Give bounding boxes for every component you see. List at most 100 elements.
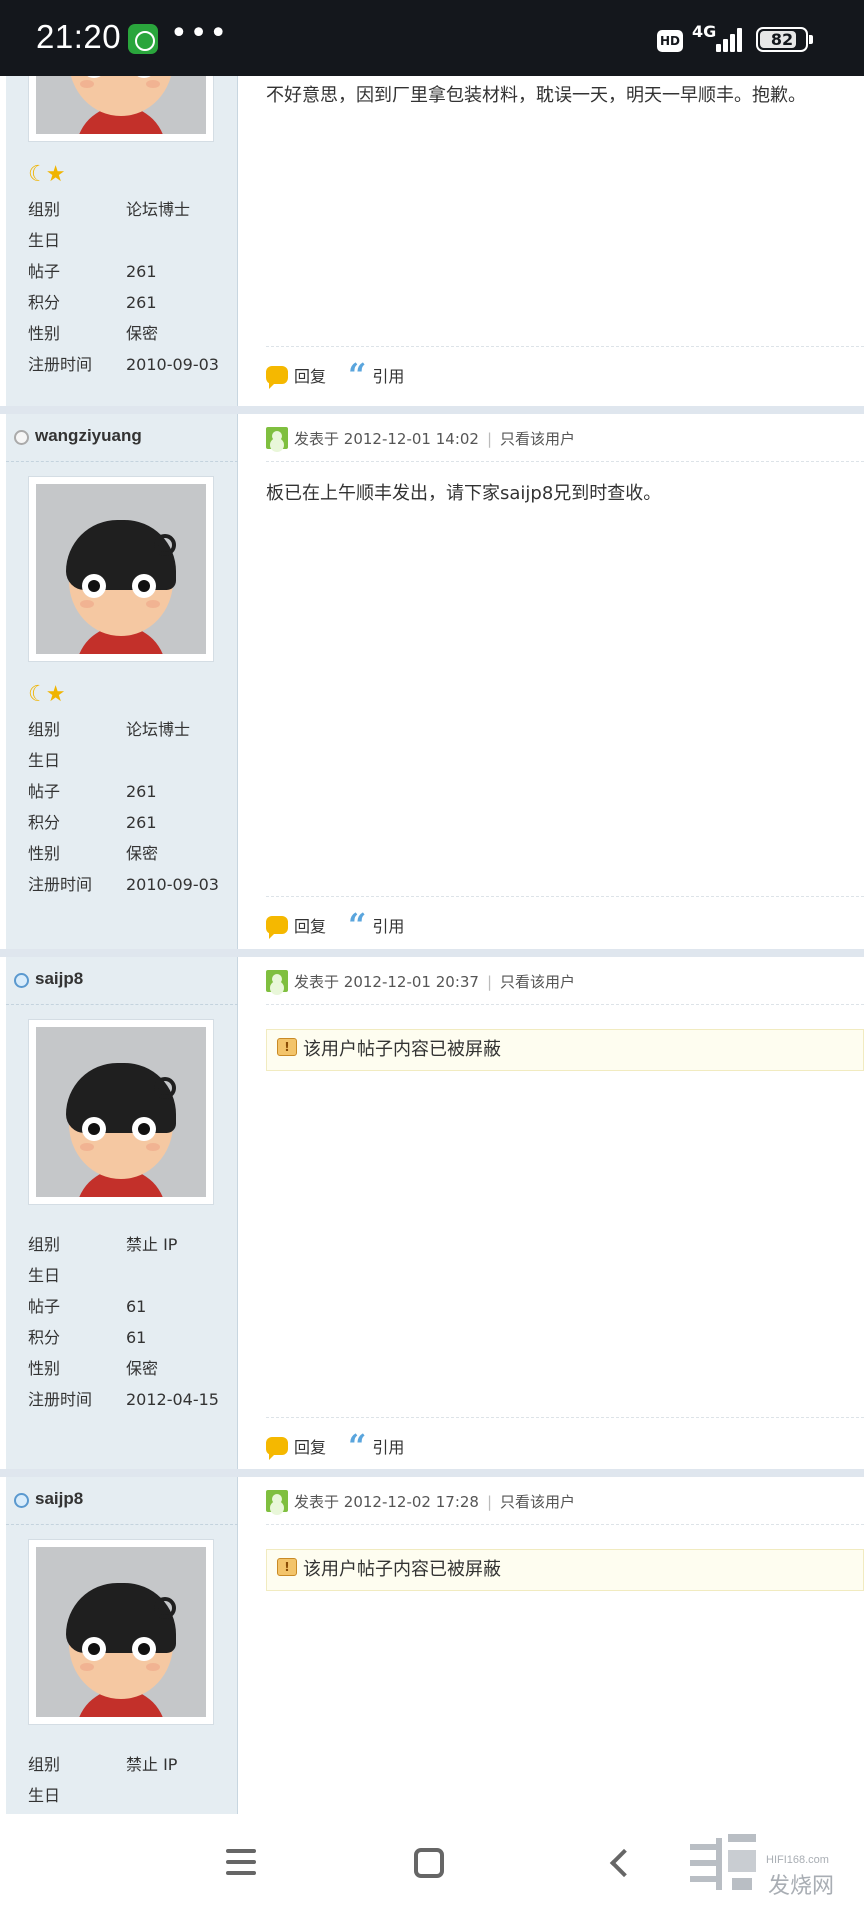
watermark-name: 发烧网 (768, 1874, 835, 1899)
user-gender: 保密 (126, 1359, 159, 1378)
warning-icon: ! (277, 1038, 297, 1056)
post-author-panel: ☾★ 组别 论坛博士 生日 帖子 261 积分 261 性别 保密 注册时间 2010-0… (6, 76, 238, 406)
reply-icon (266, 916, 288, 939)
user-birthday (126, 225, 228, 256)
user-points: 61 (126, 1328, 147, 1347)
avatar[interactable] (28, 76, 214, 142)
user-gender: 保密 (126, 844, 159, 863)
watermark-logo-icon (690, 1834, 760, 1894)
avatar[interactable] (28, 1019, 214, 1205)
posted-label: 发表于 (294, 973, 340, 991)
post: saijp8 组别 禁止 IP 生日 帖子 61 积分 61 性别 保密 注册时间 201… (0, 957, 864, 1469)
post-actions: 回复 “引用 (266, 896, 864, 948)
label-group: 组别 (28, 200, 61, 219)
label-birthday: 生日 (28, 1786, 61, 1805)
post-date: 2012-12-01 14:02 (343, 430, 479, 448)
home-button[interactable] (414, 1848, 444, 1878)
app-notification-icon (128, 24, 158, 54)
username-link[interactable]: saijp8 (35, 1489, 83, 1509)
user-group: 禁止 IP (126, 1755, 178, 1774)
only-this-user-link[interactable]: 只看该用户 (500, 1493, 575, 1511)
quote-icon: “ (348, 1427, 367, 1465)
thread-viewport[interactable]: ☾★ 组别 论坛博士 生日 帖子 261 积分 261 性别 保密 注册时间 2010-0… (0, 76, 864, 1814)
label-points: 积分 (28, 293, 61, 312)
watermark-site: HIFI168.com (766, 1854, 829, 1866)
post-date: 2012-12-01 20:37 (343, 973, 479, 991)
user-points: 261 (126, 293, 157, 312)
user-info: 组别 禁止 IP 生日 帖子 61 积分 61 性别 保密 注册时间 2012-04-15 (28, 1229, 228, 1415)
rank-icon: ☾★ (28, 162, 65, 187)
avatar[interactable] (28, 476, 214, 662)
signal-icon (716, 26, 746, 52)
user-posts: 261 (126, 782, 157, 801)
user-icon (266, 427, 288, 449)
post-main: 发表于 2012-12-01 14:02 | 只看该用户 板已在上午顺丰发出，请下家… (266, 414, 864, 949)
rank-icon: ☾★ (28, 682, 65, 707)
label-posts: 帖子 (28, 1297, 61, 1316)
label-posts: 帖子 (28, 782, 61, 801)
reply-button[interactable]: 回复 (266, 363, 326, 389)
post-main: 发表于 2012-12-01 20:37 | 只看该用户 ! 该用户帖子内容已被屏蔽… (266, 957, 864, 1469)
user-registered: 2010-09-03 (126, 355, 219, 374)
user-points: 261 (126, 813, 157, 832)
user-birthday (126, 1780, 228, 1811)
more-notifications-icon: ••• (170, 16, 230, 51)
post-divider (0, 949, 864, 957)
posted-label: 发表于 (294, 1493, 340, 1511)
battery-level: 82 (770, 30, 794, 49)
quote-button[interactable]: “引用 (348, 1427, 404, 1465)
recent-apps-button[interactable] (226, 1849, 256, 1875)
user-icon (266, 1490, 288, 1512)
quote-button[interactable]: “引用 (348, 356, 404, 394)
user-registered: 2010-09-03 (126, 875, 219, 894)
post: wangziyuang ☾★ 组别 论坛博士 生日 帖子 261 积分 261 性别 保… (0, 414, 864, 949)
blocked-text: 该用户帖子内容已被屏蔽 (303, 1559, 501, 1580)
post-author-panel: saijp8 组别禁止 IP 生日 帖子61 (6, 1477, 238, 1814)
label-registered: 注册时间 (28, 1390, 93, 1409)
reply-icon (266, 366, 288, 389)
label-registered: 注册时间 (28, 355, 93, 374)
label-group: 组别 (28, 1755, 61, 1774)
quote-button[interactable]: “引用 (348, 909, 404, 941)
online-status-icon (14, 973, 29, 988)
network-type: 4G (692, 22, 717, 41)
user-group: 论坛博士 (126, 200, 191, 219)
label-birthday: 生日 (28, 231, 61, 250)
user-group: 禁止 IP (126, 1235, 178, 1254)
only-this-user-link[interactable]: 只看该用户 (500, 430, 575, 448)
post-content: 板已在上午顺丰发出，请下家saijp8兄到时查收。 (266, 483, 662, 504)
online-status-icon (14, 1493, 29, 1508)
label-gender: 性别 (28, 324, 61, 343)
only-this-user-link[interactable]: 只看该用户 (500, 973, 575, 991)
user-birthday (126, 745, 228, 776)
status-bar: 21:20 ••• HD 4G 82 (0, 0, 864, 76)
post-author-panel: saijp8 组别 禁止 IP 生日 帖子 61 积分 61 性别 保密 注册时间 201… (6, 957, 238, 1469)
user-registered: 2012-04-15 (126, 1390, 219, 1409)
user-icon (266, 970, 288, 992)
avatar[interactable] (28, 1539, 214, 1725)
user-info: 组别 论坛博士 生日 帖子 261 积分 261 性别 保密 注册时间 2010-09-0… (28, 194, 228, 380)
back-button[interactable] (609, 1848, 639, 1878)
user-birthday (126, 1260, 228, 1291)
posted-label: 发表于 (294, 430, 340, 448)
user-info: 组别 论坛博士 生日 帖子 261 积分 261 性别 保密 注册时间 2010-09-0… (28, 714, 228, 900)
label-registered: 注册时间 (28, 875, 93, 894)
username-link[interactable]: wangziyuang (35, 426, 142, 446)
reply-button[interactable]: 回复 (266, 1434, 326, 1460)
username-link[interactable]: saijp8 (35, 969, 83, 989)
system-nav-bar: HIFI168.com 发烧网 (0, 1814, 864, 1920)
blocked-notice: ! 该用户帖子内容已被屏蔽 (266, 1549, 864, 1591)
label-points: 积分 (28, 1328, 61, 1347)
post-meta: 发表于 2012-12-02 17:28 | 只看该用户 (266, 1489, 864, 1525)
user-gender: 保密 (126, 324, 159, 343)
clock: 21:20 (36, 18, 122, 55)
blocked-text: 该用户帖子内容已被屏蔽 (303, 1039, 501, 1060)
label-points: 积分 (28, 813, 61, 832)
user-info: 组别禁止 IP 生日 帖子61 (28, 1749, 228, 1814)
label-group: 组别 (28, 1235, 61, 1254)
quote-icon: “ (348, 356, 367, 394)
warning-icon: ! (277, 1558, 297, 1576)
reply-button[interactable]: 回复 (266, 913, 326, 939)
post: ☾★ 组别 论坛博士 生日 帖子 261 积分 261 性别 保密 注册时间 2010-0… (0, 76, 864, 406)
reply-icon (266, 1437, 288, 1460)
